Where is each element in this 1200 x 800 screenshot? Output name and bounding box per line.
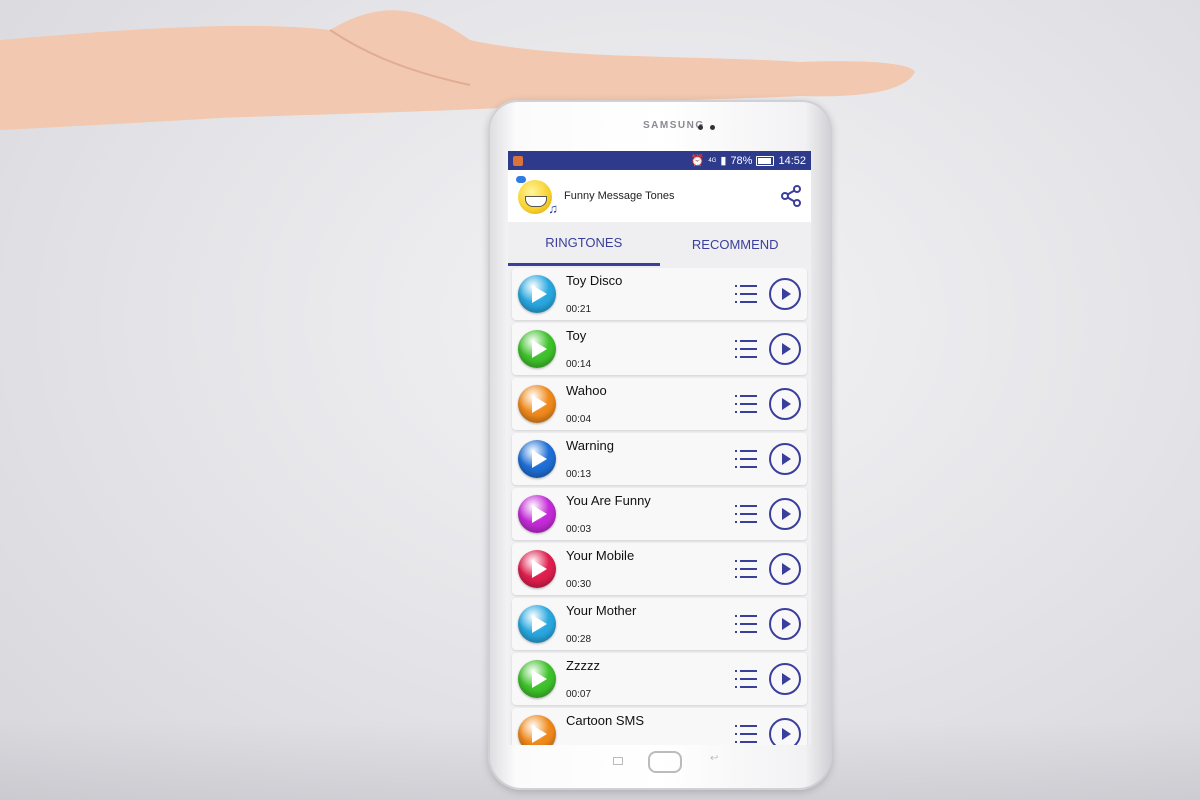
- options-menu-icon[interactable]: [735, 670, 757, 688]
- ringtone-duration: 00:13: [566, 469, 592, 480]
- options-menu-icon[interactable]: [735, 725, 757, 743]
- options-menu-icon[interactable]: [735, 560, 757, 578]
- ringtone-duration: 00:14: [566, 359, 592, 370]
- ringtone-row[interactable]: Warning 00:13: [512, 433, 807, 485]
- home-button[interactable]: [648, 751, 682, 773]
- ringtone-duration: 00:30: [566, 579, 592, 590]
- play-orb-icon[interactable]: [518, 385, 556, 423]
- screen: ⏰ 4G ▮ 78% 14:52 ♫ Funny Message Tones R…: [508, 151, 811, 745]
- play-orb-icon[interactable]: [518, 495, 556, 533]
- play-orb-icon[interactable]: [518, 605, 556, 643]
- play-button[interactable]: [769, 553, 801, 585]
- ringtone-name: Toy: [566, 328, 587, 343]
- brand-label: SAMSUNG: [643, 120, 705, 131]
- hardware-buttons: ↩: [488, 745, 832, 790]
- ringtone-name: Your Mother: [566, 603, 637, 618]
- tab-ringtones[interactable]: RINGTONES: [508, 222, 660, 266]
- options-menu-icon[interactable]: [735, 395, 757, 413]
- app-title: Funny Message Tones: [564, 190, 675, 202]
- share-icon[interactable]: [779, 184, 803, 208]
- ringtone-row[interactable]: Toy Disco 00:21: [512, 268, 807, 320]
- play-orb-icon[interactable]: [518, 715, 556, 745]
- battery-percent: 78%: [730, 154, 753, 167]
- ringtone-name: Your Mobile: [566, 548, 635, 563]
- ringtone-name: Zzzzz: [566, 658, 600, 673]
- play-orb-icon[interactable]: [518, 330, 556, 368]
- tab-bar: RINGTONES RECOMMEND: [508, 222, 811, 266]
- play-orb-icon[interactable]: [518, 440, 556, 478]
- status-bar: ⏰ 4G ▮ 78% 14:52: [508, 151, 811, 170]
- ringtone-name: Cartoon SMS: [566, 713, 645, 728]
- ringtone-duration: 00:21: [566, 304, 592, 315]
- options-menu-icon[interactable]: [735, 505, 757, 523]
- play-button[interactable]: [769, 663, 801, 695]
- play-button[interactable]: [769, 333, 801, 365]
- recent-apps-button[interactable]: [613, 757, 623, 765]
- ringtone-duration: 00:03: [566, 524, 592, 535]
- clock: 14:52: [778, 154, 806, 167]
- ringtone-row[interactable]: Zzzzz 00:07: [512, 653, 807, 705]
- options-menu-icon[interactable]: [735, 340, 757, 358]
- tab-recommend[interactable]: RECOMMEND: [660, 222, 812, 266]
- options-menu-icon[interactable]: [735, 615, 757, 633]
- ringtone-duration: 00:04: [566, 414, 592, 425]
- play-orb-icon[interactable]: [518, 275, 556, 313]
- ringtone-row[interactable]: Cartoon SMS: [512, 708, 807, 745]
- battery-icon: [756, 155, 775, 166]
- back-button[interactable]: ↩: [710, 753, 718, 764]
- options-menu-icon[interactable]: [735, 450, 757, 468]
- alarm-icon: ⏰: [690, 155, 705, 167]
- app-bar: ♫ Funny Message Tones: [508, 170, 811, 222]
- ringtone-row[interactable]: Your Mobile 00:30: [512, 543, 807, 595]
- sensor-icon: [710, 125, 715, 130]
- tablet-device: SAMSUNG ⏰ 4G ▮ 78% 14:52 ♫ Funny Message…: [488, 100, 832, 790]
- ringtone-name: Warning: [566, 438, 614, 453]
- play-button[interactable]: [769, 443, 801, 475]
- play-orb-icon[interactable]: [518, 550, 556, 588]
- play-button[interactable]: [769, 498, 801, 530]
- signal-icon: ▮: [720, 155, 727, 167]
- ringtone-name: Wahoo: [566, 383, 607, 398]
- options-menu-icon[interactable]: [735, 285, 757, 303]
- app-logo-icon: ♫: [516, 176, 558, 216]
- ringtone-row[interactable]: You Are Funny 00:03: [512, 488, 807, 540]
- play-orb-icon[interactable]: [518, 660, 556, 698]
- play-button[interactable]: [769, 608, 801, 640]
- ringtone-duration: 00:07: [566, 689, 592, 700]
- ringtone-list[interactable]: Toy Disco 00:21 Toy 00:14 Wahoo 00:04 Wa…: [508, 266, 811, 745]
- notification-app-icon: [513, 155, 523, 166]
- ringtone-name: Toy Disco: [566, 273, 623, 288]
- ringtone-duration: 00:28: [566, 634, 592, 645]
- ringtone-row[interactable]: Toy 00:14: [512, 323, 807, 375]
- play-button[interactable]: [769, 278, 801, 310]
- camera-icon: [698, 125, 703, 130]
- ringtone-row[interactable]: Your Mother 00:28: [512, 598, 807, 650]
- play-button[interactable]: [769, 388, 801, 420]
- ringtone-row[interactable]: Wahoo 00:04: [512, 378, 807, 430]
- ringtone-name: You Are Funny: [566, 493, 651, 508]
- network-label: 4G: [708, 157, 717, 164]
- play-button[interactable]: [769, 718, 801, 745]
